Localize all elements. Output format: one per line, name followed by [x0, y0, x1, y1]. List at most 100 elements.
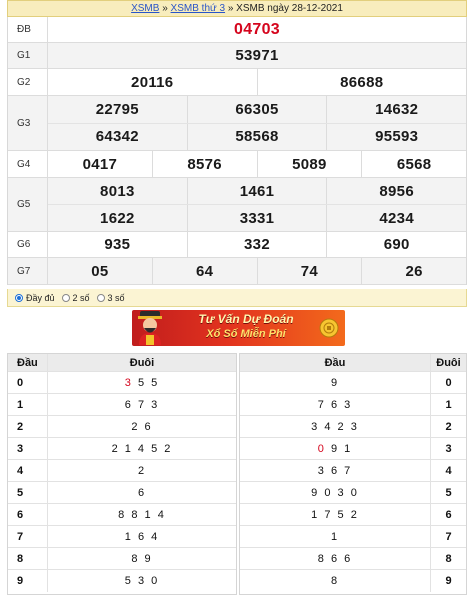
head-digit: 3	[8, 438, 48, 459]
column-header-tail: Đuôi	[430, 354, 466, 371]
table-row: 90	[240, 372, 466, 394]
table-row: 17	[240, 526, 466, 548]
option-full[interactable]: Đầy đủ	[15, 293, 55, 303]
table-row: 9 0 3 0 5	[240, 482, 466, 504]
prize-number: 1622	[100, 209, 135, 227]
tail-digit: 3	[430, 438, 466, 459]
option-label: Đầy đủ	[26, 292, 55, 303]
column-header-head: Đầu	[324, 356, 346, 369]
head-digits: 9	[330, 376, 340, 389]
prize-row-g7: G7 05 64 74 26	[8, 258, 466, 285]
head-digits: 3 6 7	[317, 464, 353, 477]
tail-digit: 8	[430, 548, 466, 569]
tail-digits: 2 6	[131, 420, 153, 433]
tail-digits: 5 3 0	[124, 575, 160, 587]
prize-row-special: ĐB 04703	[8, 17, 466, 43]
digit-list: 5 5	[137, 376, 160, 389]
gold-coin-icon	[319, 318, 339, 338]
head-digit: 1	[8, 394, 48, 415]
prize-label: G6	[8, 232, 48, 257]
table-row: 7 6 3 1	[240, 394, 466, 416]
table-row: 9 5 3 0	[8, 570, 236, 592]
breadcrumb-link-xsmb-tuesday[interactable]: XSMB thứ 3	[171, 3, 226, 14]
prize-number: 0417	[82, 155, 118, 173]
option-three-digits[interactable]: 3 số	[96, 292, 125, 303]
special-prize-number: 04703	[234, 20, 280, 38]
head-digits: 3 4 2 3	[311, 420, 359, 433]
tail-digit: 2	[430, 416, 466, 437]
head-digit: 2	[8, 416, 48, 437]
promo-banner[interactable]: Tư Vấn Dự Đoán Xổ Số Miễn Phí	[132, 310, 345, 346]
page-title: XSMB ngày 28-12-2021	[236, 3, 343, 14]
prize-number: 935	[104, 236, 131, 253]
option-two-digits[interactable]: 2 số	[61, 292, 90, 303]
head-digit: 6	[8, 504, 48, 525]
table-row: 2 2 6	[8, 416, 236, 438]
prize-row-g5: G5 8013 1461 8956 1622 3331 4234	[8, 178, 466, 232]
tail-digit: 6	[430, 504, 466, 525]
tail-digit: 0	[430, 372, 466, 393]
prize-number: 690	[326, 232, 466, 257]
prize-number: 20116	[131, 73, 174, 91]
highlight-digit: 0	[317, 442, 326, 455]
option-label: 3 số	[107, 292, 125, 303]
column-header-tail: Đuôi	[129, 356, 155, 369]
results-table: ĐB 04703 G1 53971 G2 20116 86688 G3 2279…	[7, 17, 467, 285]
prize-row-g2: G2 20116 86688	[8, 69, 466, 96]
head-digits: 0 9 1	[240, 443, 430, 455]
prize-number: 6568	[361, 151, 466, 177]
prize-label: G4	[8, 151, 48, 177]
radio-icon[interactable]	[96, 293, 105, 302]
prize-number: 66305	[186, 96, 327, 123]
tail-digits: 2 1 4 5 2	[111, 442, 173, 455]
breadcrumb-link-xsmb[interactable]: XSMB	[131, 3, 159, 14]
table-row: 1 6 7 3	[8, 394, 236, 416]
tail-digits: 2	[137, 464, 147, 477]
table-row: 6 8 8 1 4	[8, 504, 236, 526]
table-row: 8 6 6 8	[240, 548, 466, 570]
table-row: 42	[8, 460, 236, 482]
prize-number: 95593	[326, 123, 466, 150]
prize-label: G1	[8, 43, 48, 68]
prize-row-g1: G1 53971	[8, 43, 466, 69]
tail-digits: 8 9	[131, 552, 153, 565]
radio-selected-icon[interactable]	[15, 293, 23, 302]
prize-row-g4: G4 0417 8576 5089 6568	[8, 151, 466, 178]
prize-number: 4234	[326, 205, 466, 231]
tail-digits: 6 7 3	[124, 398, 160, 411]
prize-number: 14632	[326, 96, 466, 123]
head-digits: 8 6 6	[317, 552, 353, 565]
table-row: 0 9 13	[240, 438, 466, 460]
prize-number: 86688	[256, 69, 467, 95]
prize-label: G5	[8, 178, 48, 231]
prize-number: 1461	[186, 178, 327, 204]
prize-number: 332	[186, 232, 327, 257]
option-label: 2 số	[72, 292, 90, 303]
loto-head-table: Đầu Đuôi 03 5 5 16 7 3 22 6 32 1 4 5 2 4…	[7, 353, 237, 595]
prize-number: 64	[151, 258, 257, 284]
head-digits: 8	[330, 575, 340, 587]
highlight-digit: 3	[124, 376, 133, 389]
prize-number: 26	[361, 258, 466, 284]
head-digit: 9	[8, 570, 48, 592]
display-options: Đầy đủ 2 số 3 số	[7, 289, 467, 307]
table-row: 0 3 5 5	[8, 372, 236, 394]
prize-number: 8576	[151, 151, 257, 177]
prize-number: 8956	[326, 178, 466, 204]
digit-list: 9 1	[330, 442, 353, 455]
prize-label: G2	[8, 69, 48, 95]
prize-label: G7	[8, 258, 48, 284]
table-row: 3 4 2 3 2	[240, 416, 466, 438]
loto-tail-table: Đầu Đuôi 90 7 6 31 3 4 2 32 0 9 13 3 6 7…	[239, 353, 467, 595]
radio-icon[interactable]	[61, 293, 70, 302]
head-digit: 4	[8, 460, 48, 481]
table-header: Đầu Đuôi	[240, 354, 466, 372]
head-digits: 7 6 3	[317, 398, 353, 411]
table-row: 89	[240, 570, 466, 592]
tail-digit: 5	[430, 482, 466, 503]
head-digits: 1	[330, 530, 340, 543]
prize-number: 05	[91, 262, 109, 280]
tail-digit: 4	[430, 460, 466, 481]
head-digit: 0	[8, 372, 48, 393]
tail-digit: 9	[430, 570, 466, 592]
